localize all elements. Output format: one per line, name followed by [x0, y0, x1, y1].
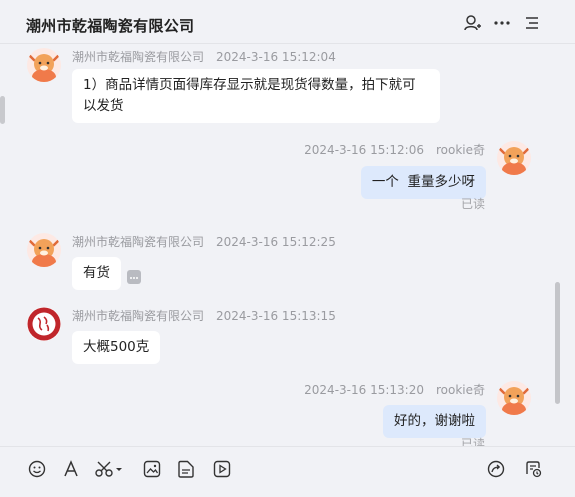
- message-text: 大概500克: [83, 339, 150, 355]
- message-text-line: 1）商品详情页面得库存显示就是现货得数量，拍下就可: [83, 77, 416, 93]
- read-status: 已读: [460, 437, 485, 446]
- avatar[interactable]: [27, 233, 61, 267]
- avatar[interactable]: [27, 48, 61, 82]
- chat-title: 潮州市乾福陶瓷有限公司: [26, 17, 195, 35]
- sender-name: rookie奇: [435, 143, 485, 157]
- avatar[interactable]: [27, 307, 61, 341]
- message-text-line: 以发货: [83, 98, 124, 114]
- read-status: 已读: [460, 197, 485, 211]
- user-plus-icon[interactable]: [463, 14, 481, 32]
- timestamp: 2024-3-16 15:12:25: [216, 235, 336, 249]
- image-icon[interactable]: [142, 459, 162, 479]
- scissors-icon[interactable]: [95, 459, 123, 479]
- timestamp: 2024-3-16 15:13:15: [216, 309, 336, 323]
- timestamp: 2024-3-16 15:12:06: [304, 143, 424, 157]
- message-bubble[interactable]: 1）商品详情页面得库存显示就是现货得数量，拍下就可 以发货: [72, 69, 440, 123]
- more-icon[interactable]: [493, 14, 511, 32]
- file-icon[interactable]: [176, 459, 196, 479]
- message-text: 有货: [83, 265, 110, 281]
- message-bubble[interactable]: 好的，谢谢啦: [383, 405, 486, 438]
- sender-name: 潮州市乾福陶瓷有限公司: [72, 235, 205, 249]
- avatar[interactable]: [497, 381, 531, 415]
- share-icon[interactable]: [486, 459, 506, 479]
- message-text: 好的，谢谢啦: [394, 413, 475, 429]
- emoji-icon[interactable]: [27, 459, 47, 479]
- message-bubble[interactable]: 有货: [72, 257, 121, 290]
- chat-header: 潮州市乾福陶瓷有限公司: [0, 0, 575, 44]
- menu-list-icon[interactable]: [523, 14, 541, 32]
- font-icon[interactable]: [61, 459, 81, 479]
- message-bubble[interactable]: 大概500克: [72, 331, 161, 364]
- avatar[interactable]: [497, 141, 531, 175]
- input-toolbar: [0, 446, 575, 497]
- message-text: 一个 重量多少呀: [371, 174, 475, 190]
- sender-name: 潮州市乾福陶瓷有限公司: [72, 50, 205, 64]
- sender-name: rookie奇: [435, 383, 485, 397]
- quote-reply-icon[interactable]: [127, 270, 141, 284]
- video-icon[interactable]: [212, 459, 232, 479]
- timestamp: 2024-3-16 15:12:04: [216, 50, 336, 64]
- message-list[interactable]: 潮州市乾福陶瓷有限公司 2024-3-16 15:12:04 1）商品详情页面得库…: [0, 44, 560, 446]
- sender-name: 潮州市乾福陶瓷有限公司: [72, 309, 205, 323]
- history-icon[interactable]: [523, 459, 543, 479]
- timestamp: 2024-3-16 15:13:20: [304, 383, 424, 397]
- message-scrollbar[interactable]: [555, 282, 560, 404]
